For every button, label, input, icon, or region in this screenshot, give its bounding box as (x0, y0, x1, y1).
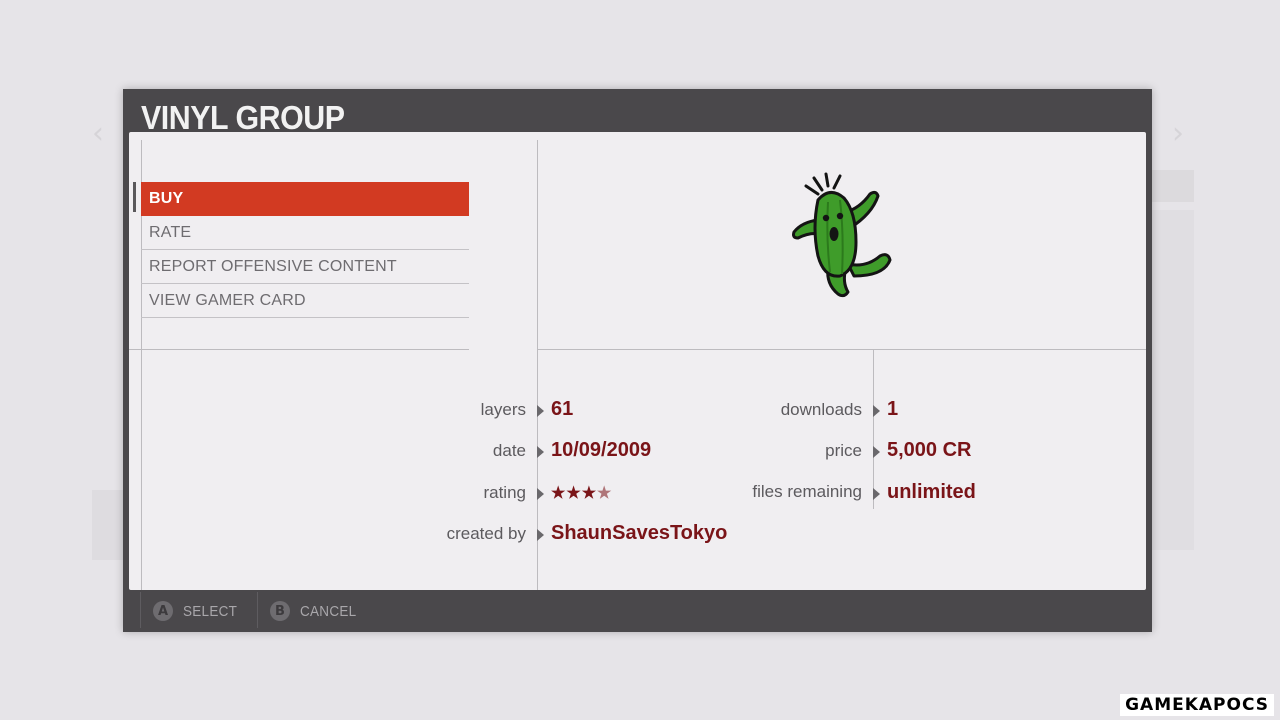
divider (257, 592, 258, 628)
divider (537, 140, 538, 590)
layers-label: layers (480, 400, 526, 419)
divider (129, 349, 469, 350)
arrow-right-icon (537, 488, 544, 500)
divider (537, 349, 1146, 350)
vinyl-group-dialog: VINYL GROUP BUY RATE REPORT OFFENSIVE CO… (123, 89, 1152, 632)
price-value: 5,000 CR (887, 439, 972, 461)
dialog-panel: BUY RATE REPORT OFFENSIVE CONTENT VIEW G… (129, 132, 1146, 590)
date-value: 10/09/2009 (551, 439, 652, 461)
rating-label: rating (483, 483, 526, 502)
menu-item-report-offensive-content[interactable]: REPORT OFFENSIVE CONTENT (141, 250, 469, 284)
star-icon: ★ (597, 485, 613, 502)
select-hint[interactable]: A SELECT (153, 601, 243, 621)
background-right-arrow-icon: › (1172, 116, 1184, 151)
arrow-right-icon (537, 529, 544, 541)
menu-item-view-gamer-card[interactable]: VIEW GAMER CARD (141, 284, 469, 318)
background-panel (92, 490, 123, 560)
background-panel (1150, 210, 1194, 550)
arrow-right-icon (537, 405, 544, 417)
background-panel (1150, 170, 1194, 202)
star-icon: ★ (551, 485, 567, 502)
b-button-icon: B (270, 601, 290, 621)
background-left-arrow-icon: ‹ (92, 116, 104, 151)
dialog-footer: A SELECT B CANCEL (123, 589, 1152, 632)
action-menu: BUY RATE REPORT OFFENSIVE CONTENT VIEW G… (141, 182, 469, 318)
a-button-icon: A (153, 601, 173, 621)
arrow-right-icon (873, 446, 880, 458)
menu-focus-marker (133, 182, 136, 212)
cancel-hint[interactable]: B CANCEL (270, 601, 363, 621)
created-by-value: ShaunSavesTokyo (551, 522, 728, 544)
files-remaining-label: files remaining (752, 482, 862, 501)
arrow-right-icon (873, 405, 880, 417)
menu-item-buy[interactable]: BUY (141, 182, 469, 216)
arrow-right-icon (873, 488, 880, 500)
star-icon: ★ (581, 485, 598, 502)
star-icon: ★ (566, 485, 582, 502)
downloads-label: downloads (780, 400, 862, 419)
divider (873, 349, 874, 509)
downloads-value: 1 (887, 398, 899, 420)
files-remaining-value: unlimited (887, 481, 976, 503)
vinyl-preview (784, 172, 904, 302)
created-by-label: created by (446, 524, 526, 543)
cancel-label: CANCEL (300, 602, 357, 620)
rating-stars: ★★★★ (551, 483, 612, 503)
cactuar-icon (792, 172, 892, 298)
watermark: GAMEKAPOCS (1120, 694, 1274, 716)
select-label: SELECT (183, 602, 238, 620)
menu-item-rate[interactable]: RATE (141, 216, 469, 250)
arrow-right-icon (537, 446, 544, 458)
price-label: price (825, 441, 862, 460)
layers-value: 61 (551, 398, 574, 420)
divider (140, 592, 141, 628)
date-label: date (492, 441, 526, 460)
